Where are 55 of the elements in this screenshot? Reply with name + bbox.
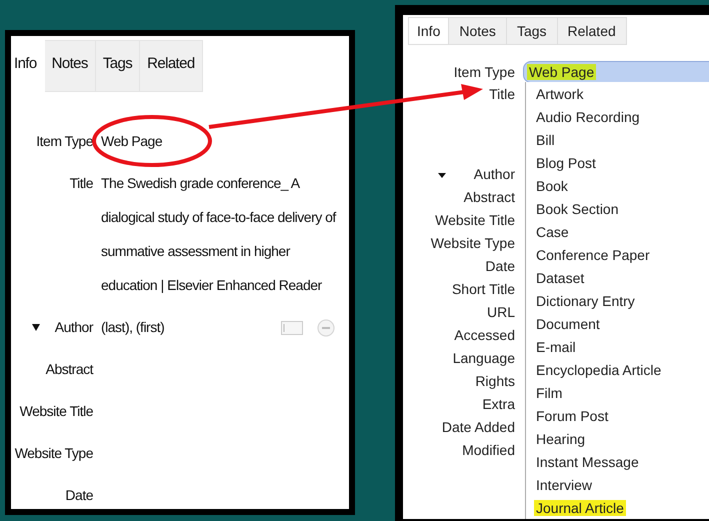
menu-option[interactable]: Book Section <box>534 200 620 216</box>
field-value[interactable]: (last), (first) <box>101 310 345 344</box>
field-label: Date <box>485 258 515 274</box>
field-label: Extra <box>482 396 515 412</box>
menu-option[interactable]: Film <box>534 384 564 400</box>
field-label: Abstract <box>46 360 93 379</box>
menu-option[interactable]: Instant Message <box>534 454 641 470</box>
field-label: Item Type <box>36 132 93 151</box>
menu-option[interactable]: Book <box>534 178 570 194</box>
menu-option[interactable]: Interview <box>534 476 594 492</box>
menu-option[interactable]: Conference Paper <box>534 246 652 262</box>
tab[interactable]: Related <box>558 17 627 45</box>
menu-option[interactable]: Document <box>534 316 602 332</box>
tab[interactable]: Tags <box>96 40 140 92</box>
tab[interactable]: Info <box>408 17 450 45</box>
menu-option[interactable]: Case <box>534 224 571 240</box>
tab[interactable]: Notes <box>449 17 507 45</box>
field-label: Website Title <box>435 212 515 228</box>
menu-option[interactable]: Forum Post <box>534 408 610 424</box>
collapse-triangle-icon[interactable] <box>31 322 41 332</box>
field-label: Language <box>452 350 515 366</box>
field-label: URL <box>486 304 515 320</box>
menu-option[interactable]: Blog Post <box>534 154 598 170</box>
field-label: Short Title <box>452 280 515 296</box>
menu-option[interactable]: E-mail <box>534 338 578 354</box>
field-label: Website Title <box>20 402 93 421</box>
field-label: Title <box>489 86 515 102</box>
field-label: Author <box>54 318 93 337</box>
menu-option[interactable]: Dataset <box>534 270 586 286</box>
menu-option[interactable]: Dictionary Entry <box>534 292 637 308</box>
field-label: Date Added <box>442 418 515 434</box>
field-label: Modified <box>462 442 515 458</box>
field-value[interactable]: The Swedish grade conference_ A dialogical study of face-to-face delivery of summative assessment in higher education | Elsevier Enhanced Reader <box>101 166 345 302</box>
tab[interactable]: Notes <box>44 40 96 92</box>
field-label: Abstract <box>464 188 515 204</box>
tab[interactable]: Tags <box>506 17 558 45</box>
menu-option[interactable]: Encyclopedia Article <box>534 362 664 378</box>
menu-option[interactable]: Artwork <box>534 86 586 102</box>
item-type-dropdown[interactable]: Web Page <box>523 60 709 82</box>
tab[interactable]: Related <box>140 40 203 92</box>
field-label: Website Type <box>430 234 515 250</box>
menu-option[interactable]: Hearing <box>534 430 588 446</box>
field-label: Website Type <box>14 444 93 463</box>
field-label: Author <box>474 166 515 182</box>
field-label: Rights <box>475 372 515 388</box>
menu-option[interactable]: Audio Recording <box>534 108 642 124</box>
menu-option[interactable]: Bill <box>534 132 557 148</box>
field-label: Title <box>70 174 93 193</box>
field-label: Accessed <box>454 326 515 342</box>
field-label: Item Type <box>452 64 515 80</box>
selected-value: Web Page <box>527 64 596 80</box>
field-value[interactable]: Web Page <box>101 124 345 158</box>
field-mode-icon[interactable] <box>281 321 303 335</box>
field-label: Date <box>65 486 93 505</box>
menu-option[interactable]: Journal Article <box>534 500 626 516</box>
